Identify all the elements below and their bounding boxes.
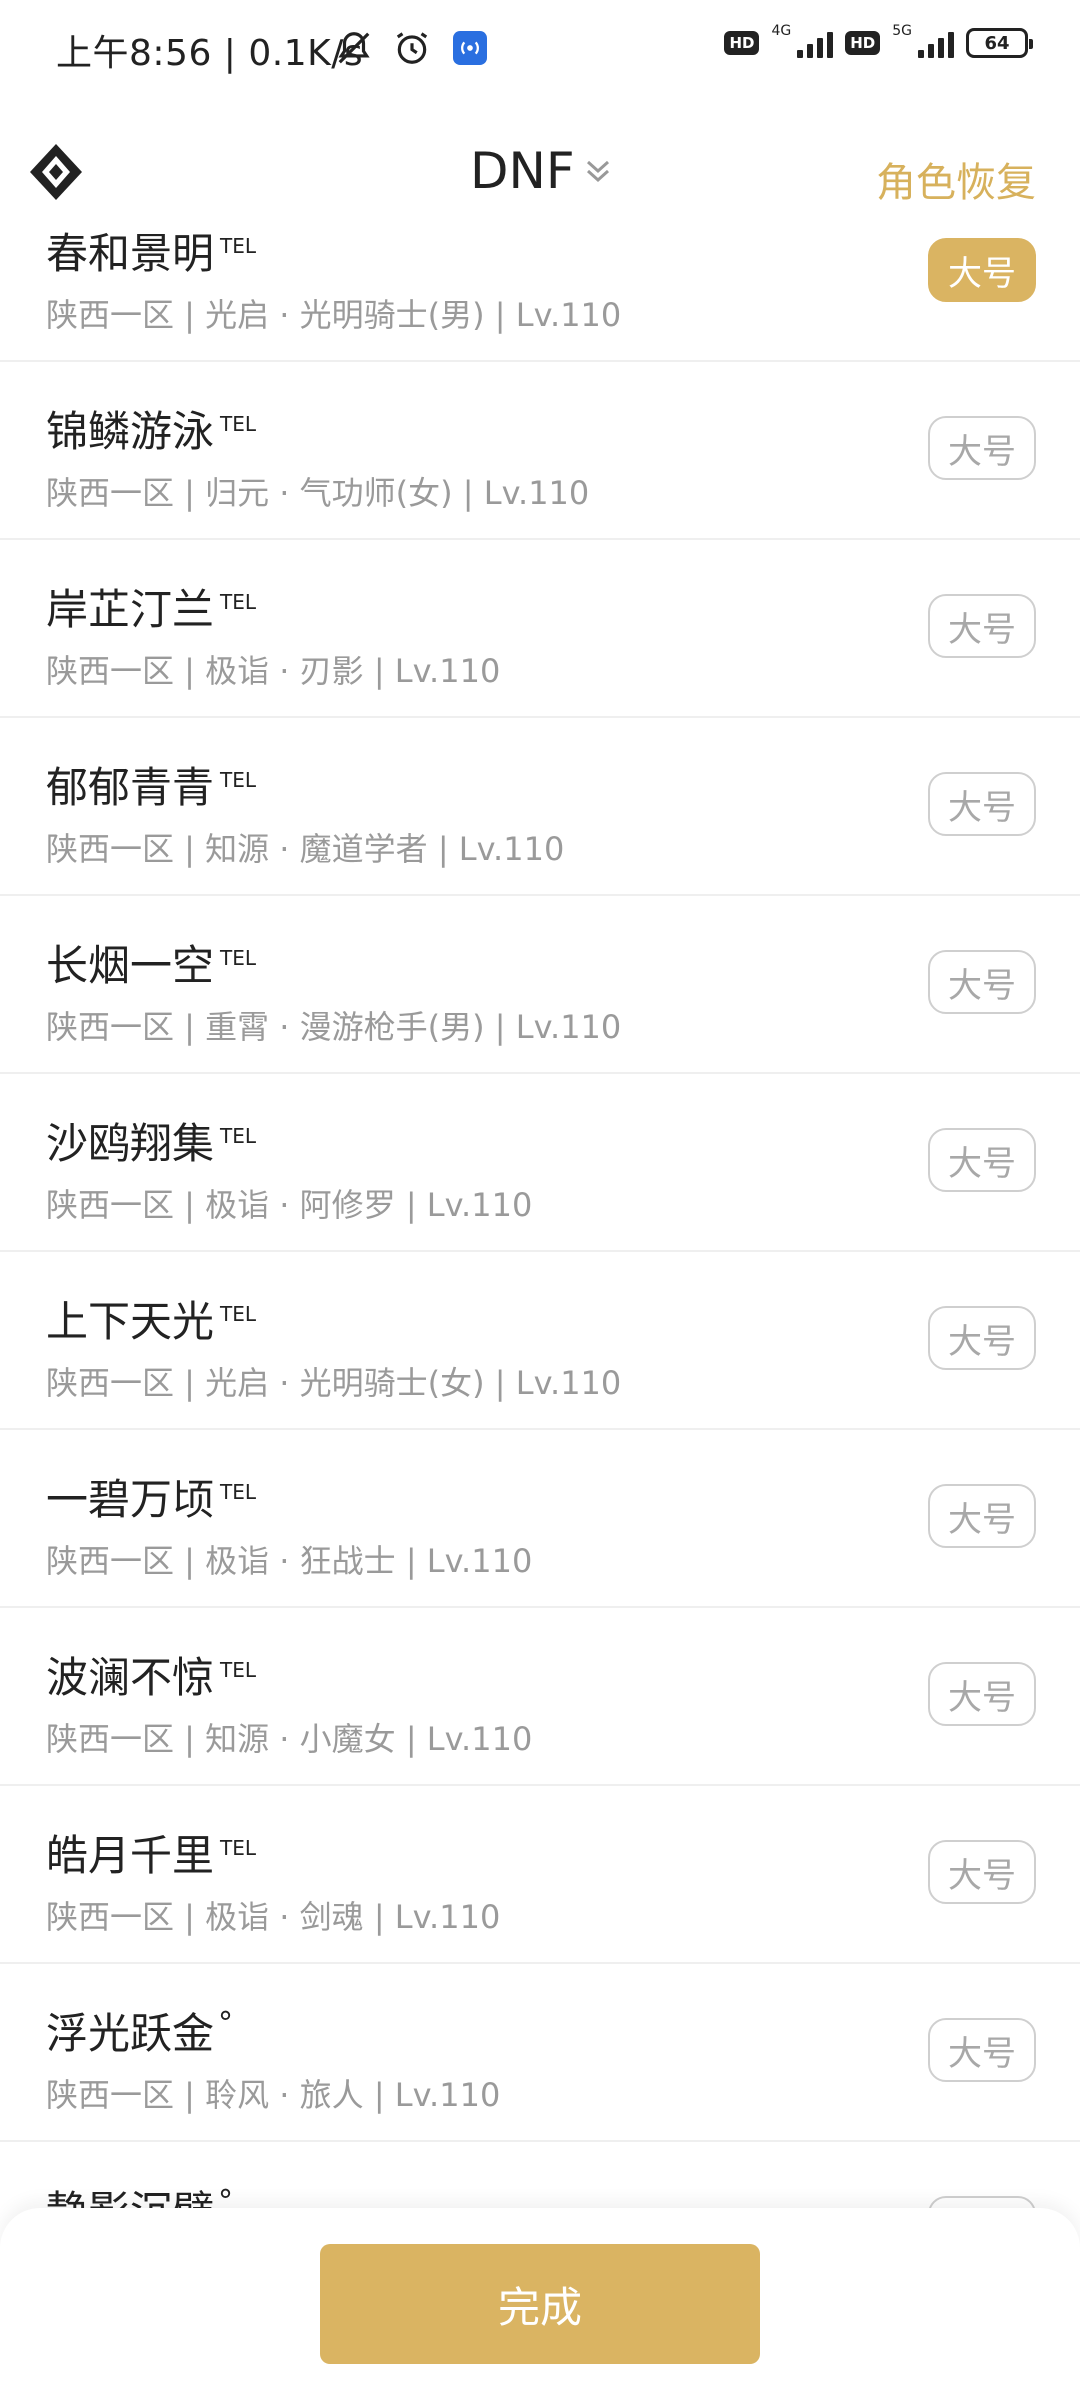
- character-name-text: 郁郁青青: [46, 763, 215, 812]
- main-account-tag-button[interactable]: 大号: [928, 1128, 1036, 1192]
- character-row[interactable]: 春和景明 TEL 陕西一区 | 光启 · 光明骑士(男) | Lv.110 大号: [0, 232, 1080, 362]
- character-info: 陕西一区 | 聆风 · 旅人 | Lv.110: [46, 2076, 501, 2114]
- character-name-text: 上下天光: [46, 1297, 215, 1346]
- game-title: DNF: [470, 142, 575, 200]
- main-account-tag-button[interactable]: 大号: [928, 594, 1036, 658]
- character-name-text: 沙鸥翔集: [46, 1119, 215, 1168]
- character-name: 郁郁青青 TEL: [46, 754, 256, 815]
- character-name-text: 皓月千里: [46, 1831, 215, 1880]
- character-name: 长烟一空 TEL: [46, 932, 256, 993]
- character-badge: °: [218, 2006, 234, 2041]
- main-account-tag-button[interactable]: 大号: [928, 1662, 1036, 1726]
- character-badge: TEL: [220, 234, 257, 258]
- main-account-tag-button[interactable]: 大号: [928, 1484, 1036, 1548]
- character-row[interactable]: 长烟一空 TEL 陕西一区 | 重霄 · 漫游枪手(男) | Lv.110 大号: [0, 896, 1080, 1074]
- character-info: 陕西一区 | 归元 · 气功师(女) | Lv.110: [46, 474, 590, 512]
- character-info: 陕西一区 | 极诣 · 阿修罗 | Lv.110: [46, 1186, 533, 1224]
- app-logo-icon[interactable]: [28, 142, 88, 202]
- character-name: 上下天光 TEL: [46, 1288, 256, 1349]
- mute-bell-icon: [334, 28, 374, 68]
- network-4g-label: 4G: [771, 23, 792, 39]
- main-account-tag-button[interactable]: 大号: [928, 1840, 1036, 1904]
- character-badge: TEL: [220, 768, 257, 792]
- hotspot-icon: [450, 28, 490, 68]
- character-name-text: 锦鳞游泳: [46, 407, 215, 456]
- network-5g-label: 5G: [892, 23, 912, 39]
- character-info: 陕西一区 | 光启 · 光明骑士(男) | Lv.110: [46, 296, 622, 334]
- status-time: 上午8:56 | 0.1K/s: [56, 33, 364, 74]
- bottom-bar: 完成: [0, 2208, 1080, 2400]
- character-info: 陕西一区 | 知源 · 魔道学者 | Lv.110: [46, 830, 565, 868]
- character-row[interactable]: 一碧万顷 TEL 陕西一区 | 极诣 · 狂战士 | Lv.110 大号: [0, 1430, 1080, 1608]
- app-header: DNF 角色恢复: [0, 110, 1080, 240]
- character-badge: TEL: [220, 1836, 257, 1860]
- character-name: 皓月千里 TEL: [46, 1822, 256, 1883]
- hd-badge-2: HD: [845, 31, 881, 55]
- main-account-tag-button[interactable]: 大号: [928, 2018, 1036, 2082]
- character-badge: TEL: [220, 412, 257, 436]
- character-name-text: 岸芷汀兰: [46, 585, 215, 634]
- character-info: 陕西一区 | 知源 · 小魔女 | Lv.110: [46, 1720, 533, 1758]
- main-account-tag-button[interactable]: 大号: [928, 950, 1036, 1014]
- character-name-text: 浮光跃金: [46, 2009, 215, 2058]
- character-list: 春和景明 TEL 陕西一区 | 光启 · 光明骑士(男) | Lv.110 大号 锦鳞游…: [0, 232, 1080, 2212]
- character-row[interactable]: 波澜不惊 TEL 陕西一区 | 知源 · 小魔女 | Lv.110 大号: [0, 1608, 1080, 1786]
- character-name: 静影沉璧 °: [46, 2178, 233, 2212]
- main-account-tag-button[interactable]: 大号: [928, 416, 1036, 480]
- character-name: 一碧万顷 TEL: [46, 1466, 256, 1527]
- character-row[interactable]: 皓月千里 TEL 陕西一区 | 极诣 · 剑魂 | Lv.110 大号: [0, 1786, 1080, 1964]
- character-name: 波澜不惊 TEL: [46, 1644, 256, 1705]
- character-row[interactable]: 岸芷汀兰 TEL 陕西一区 | 极诣 · 刃影 | Lv.110 大号: [0, 540, 1080, 718]
- character-info: 陕西一区 | 光启 · 光明骑士(女) | Lv.110: [46, 1364, 622, 1402]
- character-badge: TEL: [220, 1658, 257, 1682]
- character-row[interactable]: 沙鸥翔集 TEL 陕西一区 | 极诣 · 阿修罗 | Lv.110 大号: [0, 1074, 1080, 1252]
- character-badge: TEL: [220, 1124, 257, 1148]
- character-row[interactable]: 静影沉璧°大号: [0, 2142, 1080, 2212]
- role-restore-link[interactable]: 角色恢复: [876, 150, 1036, 208]
- signal-icon-2: [918, 28, 954, 58]
- chevron-double-down-icon: [585, 156, 611, 186]
- character-name-text: 波澜不惊: [46, 1653, 215, 1702]
- main-account-tag-button[interactable]: 大号: [928, 238, 1036, 302]
- character-info: 陕西一区 | 极诣 · 刃影 | Lv.110: [46, 652, 501, 690]
- character-name: 锦鳞游泳 TEL: [46, 398, 256, 459]
- hd-badge: HD: [724, 31, 760, 55]
- character-row[interactable]: 上下天光 TEL 陕西一区 | 光启 · 光明骑士(女) | Lv.110 大号: [0, 1252, 1080, 1430]
- character-name: 浮光跃金 °: [46, 2000, 233, 2061]
- signal-icon: [797, 28, 834, 58]
- character-row[interactable]: 浮光跃金 ° 陕西一区 | 聆风 · 旅人 | Lv.110 大号: [0, 1964, 1080, 2142]
- done-button[interactable]: 完成: [320, 2244, 760, 2364]
- character-name-text: 一碧万顷: [46, 1475, 215, 1524]
- character-info: 陕西一区 | 极诣 · 剑魂 | Lv.110: [46, 1898, 501, 1936]
- character-info: 陕西一区 | 极诣 · 狂战士 | Lv.110: [46, 1542, 533, 1580]
- alarm-clock-icon: [392, 28, 432, 68]
- character-row[interactable]: 锦鳞游泳 TEL 陕西一区 | 归元 · 气功师(女) | Lv.110 大号: [0, 362, 1080, 540]
- character-info: 陕西一区 | 重霄 · 漫游枪手(男) | Lv.110: [46, 1008, 622, 1046]
- battery-icon: 64: [966, 28, 1033, 58]
- character-name: 春和景明 TEL: [46, 232, 256, 281]
- status-bar: 上午8:56 | 0.1K/s HD 4G HD 5G 64: [0, 0, 1080, 100]
- character-row[interactable]: 郁郁青青 TEL 陕西一区 | 知源 · 魔道学者 | Lv.110 大号: [0, 718, 1080, 896]
- character-badge: TEL: [220, 590, 257, 614]
- character-badge: TEL: [220, 1480, 257, 1504]
- character-name-text: 春和景明: [46, 232, 215, 278]
- character-badge: TEL: [220, 946, 257, 970]
- character-name-text: 长烟一空: [46, 941, 215, 990]
- character-name: 沙鸥翔集 TEL: [46, 1110, 256, 1171]
- character-name: 岸芷汀兰 TEL: [46, 576, 256, 637]
- main-account-tag-button[interactable]: 大号: [928, 772, 1036, 836]
- character-badge: TEL: [220, 1302, 257, 1326]
- game-selector[interactable]: DNF: [470, 142, 611, 200]
- main-account-tag-button[interactable]: 大号: [928, 1306, 1036, 1370]
